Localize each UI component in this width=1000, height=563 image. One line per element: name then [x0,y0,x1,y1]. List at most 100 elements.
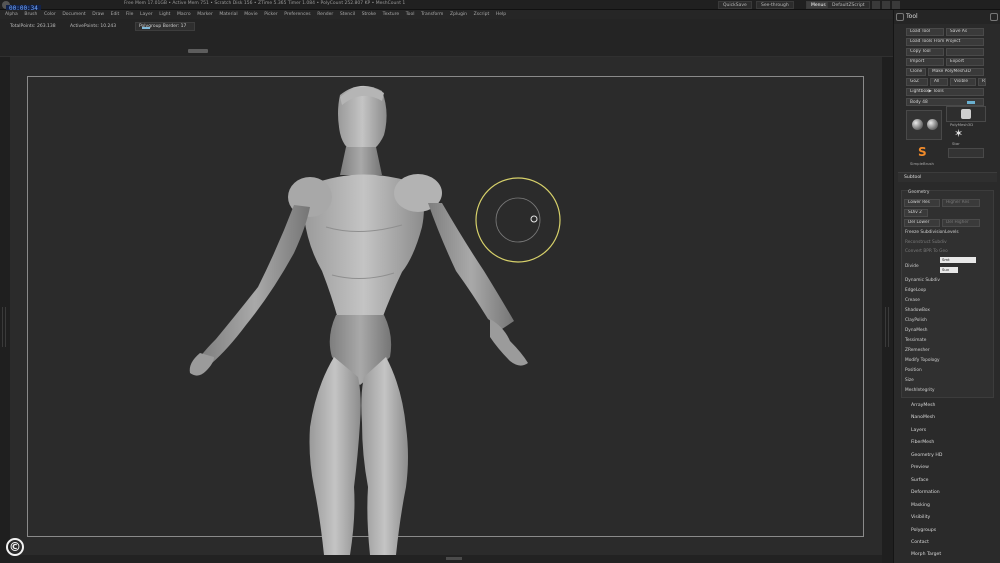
menu-preferences[interactable]: Preferences [284,10,310,19]
refresh-icon[interactable] [990,13,998,21]
quicksave-button[interactable]: QuickSave [718,1,752,9]
goz-button[interactable]: GoZ [906,78,928,86]
star-icon[interactable]: ✶ [954,128,966,140]
menu-macro[interactable]: Macro [177,10,191,19]
menu-document[interactable]: Document [62,10,85,19]
lightbox-tools-button[interactable]: Lightbox▶ Tools [906,88,984,96]
geometry-hd-item[interactable]: Geometry HD [911,453,942,458]
higher-res-button[interactable]: Higher Res [942,199,980,207]
simplebrush-s-icon[interactable]: S [918,145,932,159]
default-zscript-button[interactable]: DefaultZScript [827,1,870,9]
convert-bpr-button[interactable]: Convert BPR To Geo [905,249,948,254]
layers-item[interactable]: Layers [911,428,926,433]
total-points-readout: TotalPoints: 263.138 [10,24,56,29]
left-shelf-grip[interactable] [2,307,6,347]
arraymesh-item[interactable]: ArrayMesh [911,403,935,408]
lower-res-button[interactable]: Lower Res [904,199,940,207]
clone-button[interactable]: Clone [906,68,926,76]
menu-layer[interactable]: Layer [140,10,153,19]
import-button[interactable]: Import [906,58,944,66]
visibility-item[interactable]: Visibility [911,515,930,520]
polygroup-border-slider[interactable]: Polygroup Border: 17 [135,22,195,31]
close-icon[interactable] [892,1,900,9]
divide-button[interactable]: Divide [905,264,919,269]
claypolish-item[interactable]: ClayPolish [905,318,927,323]
menu-brush[interactable]: Brush [24,10,37,19]
menu-alpha[interactable]: Alpha [5,10,18,19]
menu-picker[interactable]: Picker [264,10,277,19]
fibermesh-item[interactable]: FiberMesh [911,440,934,445]
pin-icon[interactable] [896,13,904,21]
make-polymesh-button[interactable]: Make PolyMesh3D [928,68,984,76]
subtool-section[interactable]: Subtool [898,172,997,182]
menu-render[interactable]: Render [317,10,333,19]
menu-tool[interactable]: Tool [406,10,415,19]
copy-tool-button[interactable]: Copy Tool [906,48,944,56]
bottom-shelf-grip[interactable] [446,557,462,560]
freeze-subdivision-button[interactable]: Freeze SubdivisionLevels [905,230,959,235]
menu-marker[interactable]: Marker [197,10,213,19]
geometry-header[interactable]: Geometry [908,190,929,195]
smt-toggle[interactable]: Smt [940,257,976,263]
export-button[interactable]: Export [946,58,984,66]
menu-help[interactable]: Help [496,10,506,19]
sdiv-slider[interactable]: SDiv 2 [904,209,928,217]
paste-tool-button[interactable] [946,48,984,56]
brush-pointer [530,215,538,223]
see-through-button[interactable]: See-through [756,1,794,9]
shadowbox-item[interactable]: ShadowBox [905,308,930,313]
contact-item[interactable]: Contact [911,540,929,545]
crease-item[interactable]: Crease [905,298,920,303]
all-button[interactable]: All [930,78,948,86]
sculpt-model[interactable] [10,57,882,555]
polygroups-item[interactable]: Polygroups [911,528,936,533]
menu-light[interactable]: Light [159,10,170,19]
load-tool-button[interactable]: Load Tool [906,28,944,36]
zremesher-item[interactable]: ZRemesher [905,348,930,353]
del-lower-button[interactable]: Del Lower [904,219,940,227]
deformation-item[interactable]: Deformation [911,490,940,495]
save-as-button[interactable]: Save As [946,28,984,36]
body-slider[interactable]: Body 48 [906,98,984,106]
minimize-icon[interactable] [872,1,880,9]
meshintegrity-item[interactable]: MeshIntegrity [905,388,935,393]
tessimate-item[interactable]: Tessimate [905,338,926,343]
right-shelf-grip[interactable] [885,307,889,347]
menu-material[interactable]: Material [219,10,237,19]
shelf-scroll-handle[interactable] [188,49,208,53]
dynamesh-item[interactable]: DynaMesh [905,328,928,333]
document-canvas[interactable] [10,57,882,555]
menu-texture[interactable]: Texture [383,10,399,19]
edgeloop-item[interactable]: EdgeLoop [905,288,926,293]
tool-thumbnail-simplebrush[interactable] [906,110,942,140]
menu-zplugin[interactable]: Zplugin [450,10,467,19]
preview-item[interactable]: Preview [911,465,929,470]
menu-edit[interactable]: Edit [111,10,120,19]
surface-item[interactable]: Surface [911,478,929,483]
position-item[interactable]: Position [905,368,922,373]
menu-zscript[interactable]: Zscript [474,10,490,19]
nanomesh-item[interactable]: NanoMesh [911,415,935,420]
suv-toggle[interactable]: Suv [940,267,958,273]
visible-button[interactable]: Visible [950,78,976,86]
r-button[interactable]: R [978,78,986,86]
star-variant-thumbnail[interactable] [948,148,984,158]
maximize-icon[interactable] [882,1,890,9]
size-item[interactable]: Size [905,378,914,383]
del-higher-button[interactable]: Del Higher [942,219,980,227]
menu-stencil[interactable]: Stencil [340,10,355,19]
masking-item[interactable]: Masking [911,503,930,508]
menu-file[interactable]: File [126,10,134,19]
tool-thumbnail-polymesh[interactable] [946,106,986,122]
dynamic-subdiv-item[interactable]: Dynamic Subdiv [905,278,940,283]
menu-movie[interactable]: Movie [244,10,257,19]
copyright-watermark-icon: © [6,538,24,556]
modify-topology-item[interactable]: Modify Topology [905,358,940,363]
menu-stroke[interactable]: Stroke [362,10,376,19]
morph-target-item[interactable]: Morph Target [911,552,941,557]
menu-transform[interactable]: Transform [421,10,443,19]
reconstruct-subdiv-button[interactable]: Reconstruct Subdiv [905,240,947,245]
menu-draw[interactable]: Draw [92,10,104,19]
load-tools-from-project-button[interactable]: Load Tools From Project [906,38,984,46]
menu-color[interactable]: Color [44,10,56,19]
